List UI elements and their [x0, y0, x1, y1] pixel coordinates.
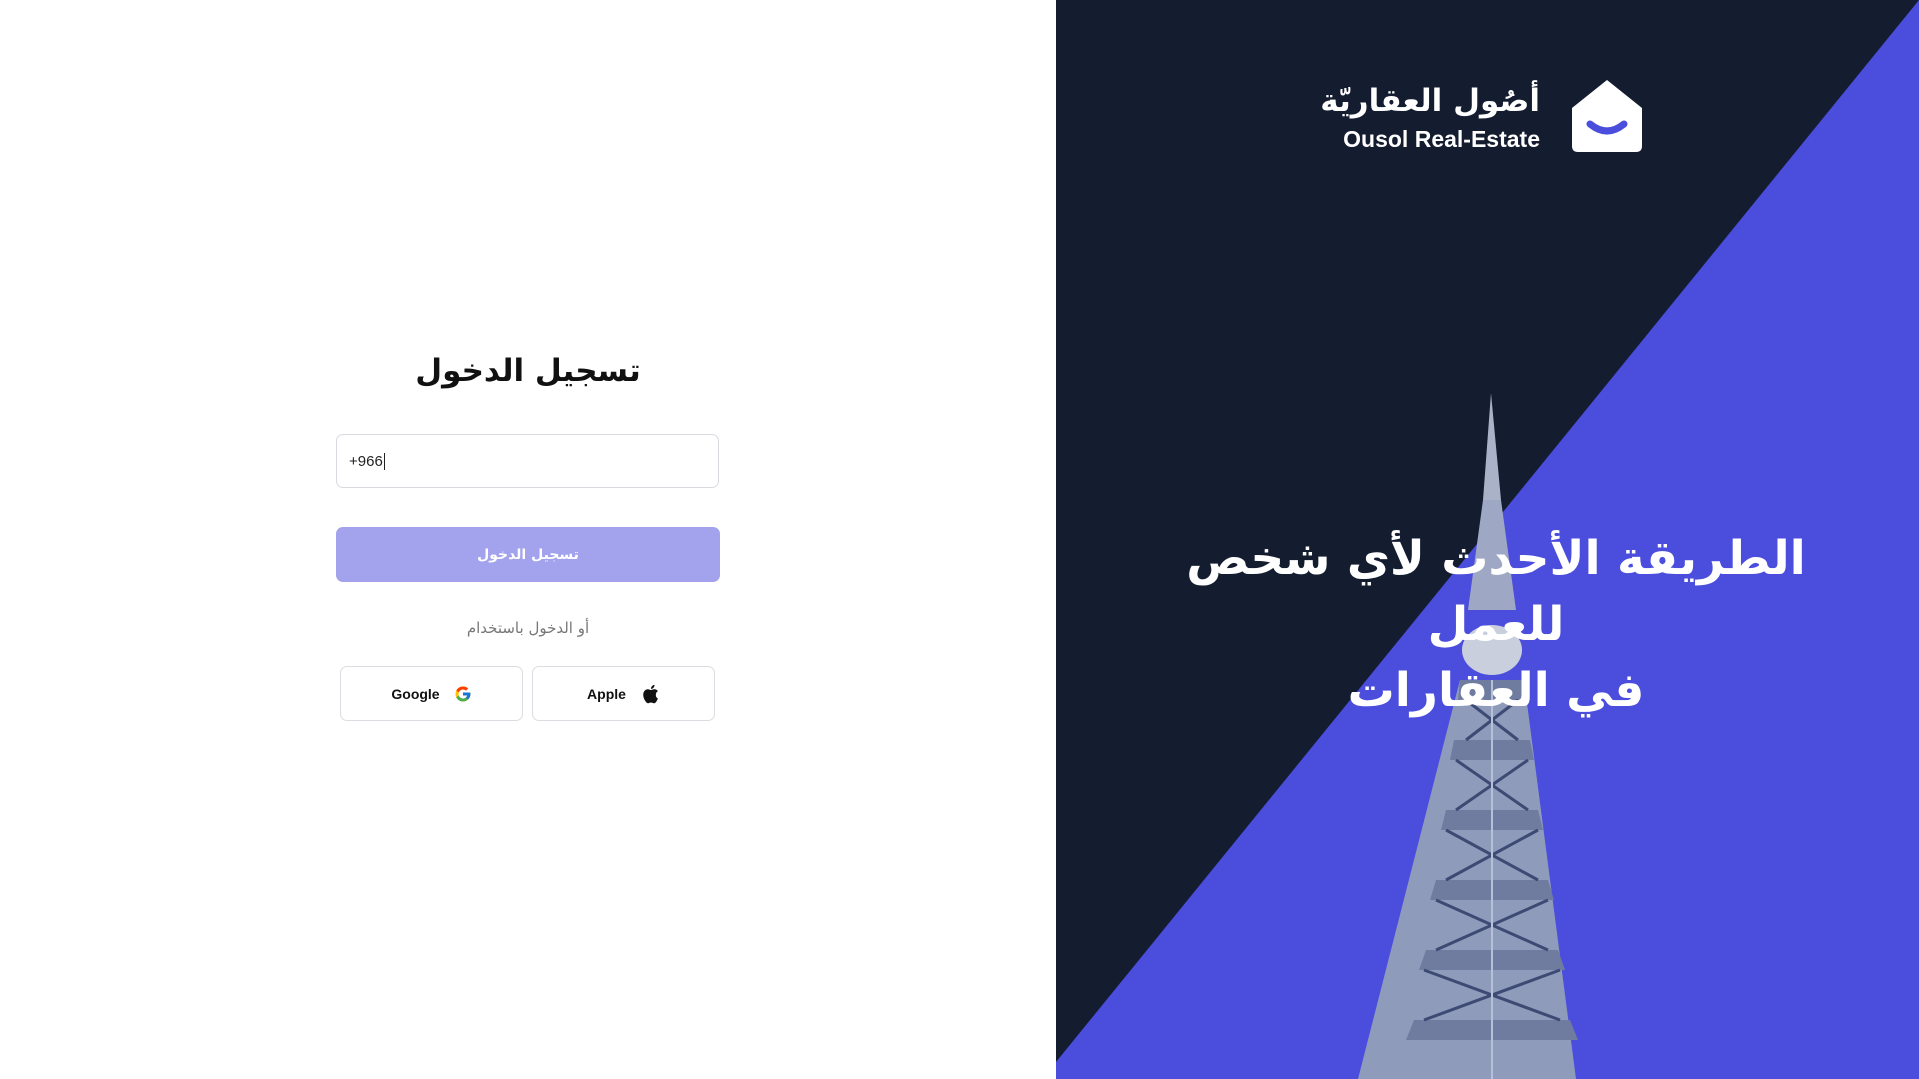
apple-icon — [640, 683, 660, 705]
text-caret — [383, 452, 385, 470]
brand-name-english: Ousol Real-Estate — [1343, 126, 1540, 152]
hero-tagline: الطريقة الأحدث لأي شخص للعمل في العقارات — [1116, 526, 1876, 724]
alternative-login-label: أو الدخول باستخدام — [466, 619, 590, 637]
login-panel: تسجيل الدخول +966 تسجيل الدخول أو الدخول… — [0, 0, 1056, 1079]
login-button[interactable]: تسجيل الدخول — [336, 527, 720, 582]
google-login-button[interactable]: Google — [340, 666, 523, 721]
apple-login-button[interactable]: Apple — [532, 666, 715, 721]
phone-input[interactable]: +966 — [336, 434, 719, 488]
hero-tagline-line1: الطريقة الأحدث لأي شخص للعمل — [1186, 531, 1806, 652]
google-login-label: Google — [391, 685, 440, 702]
house-smile-icon — [1566, 76, 1648, 160]
google-icon — [454, 685, 472, 703]
phone-input-value: +966 — [349, 452, 383, 470]
brand-logo: أصُول العقاريّة Ousol Real-Estate — [1320, 76, 1648, 160]
apple-login-label: Apple — [587, 685, 626, 702]
hero-tagline-line2: في العقارات — [1347, 663, 1645, 718]
hero-panel: أصُول العقاريّة Ousol Real-Estate الطريق… — [1056, 0, 1919, 1079]
page-title: تسجيل الدخول — [415, 353, 641, 389]
brand-name: أصُول العقاريّة Ousol Real-Estate — [1320, 82, 1540, 154]
brand-name-arabic: أصُول العقاريّة — [1320, 83, 1540, 119]
